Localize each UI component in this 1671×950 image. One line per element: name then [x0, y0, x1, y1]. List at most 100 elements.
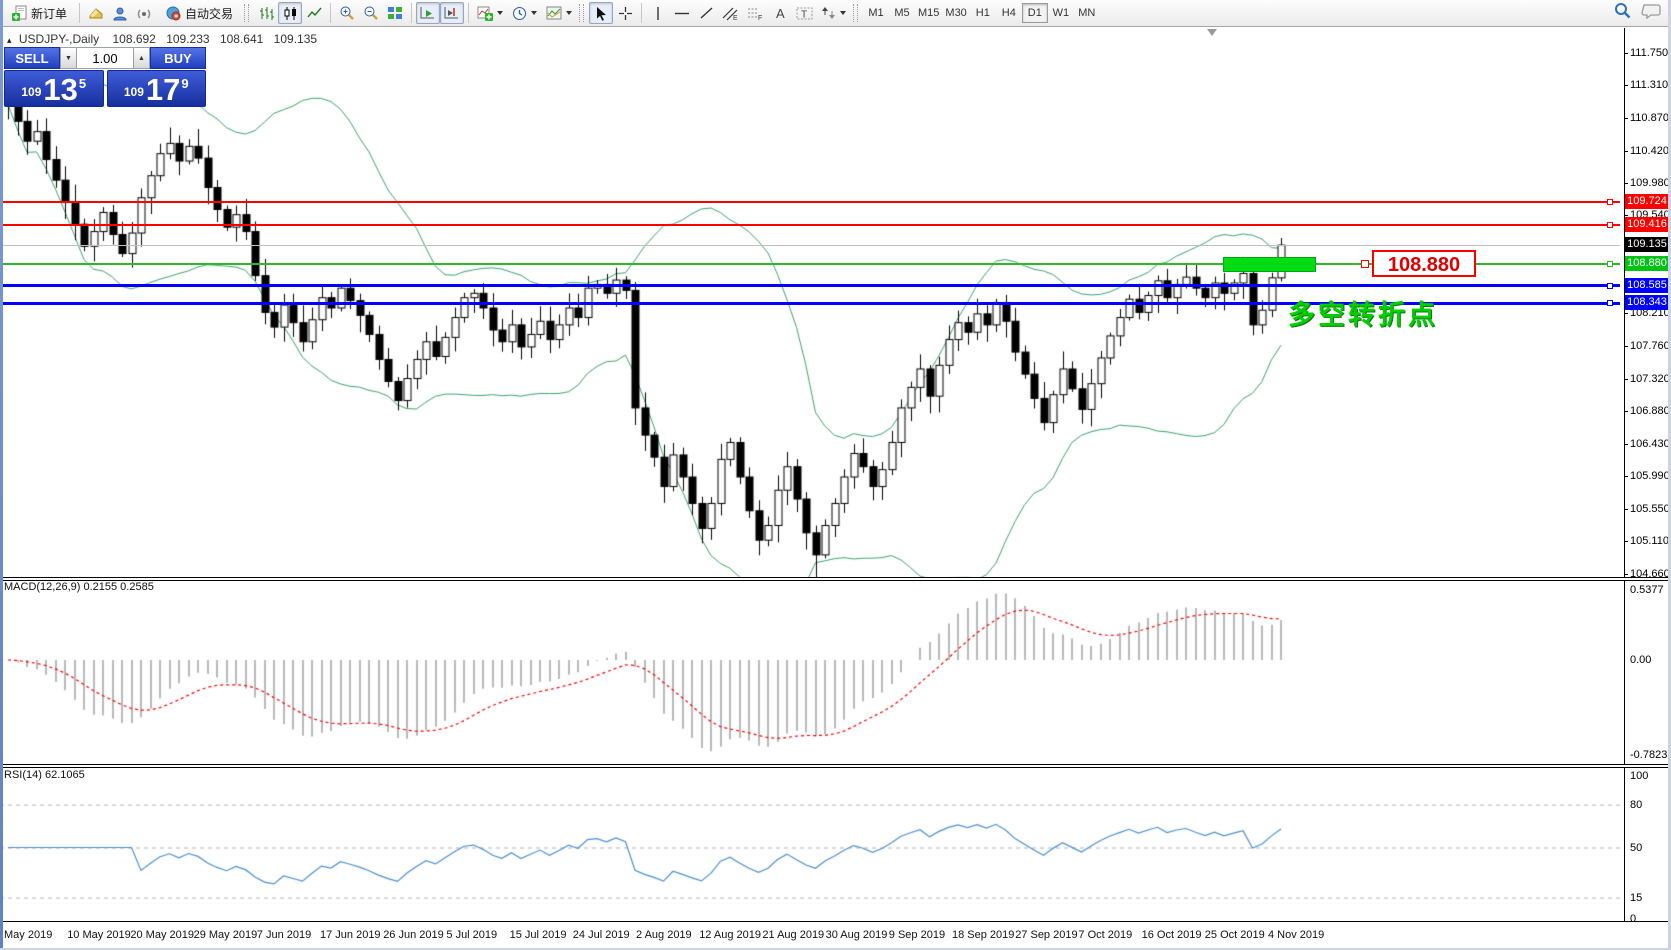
- line-anchor-handle[interactable]: [1607, 199, 1613, 205]
- timeframe-m5-button[interactable]: M5: [889, 3, 915, 23]
- pane-divider-macd[interactable]: [0, 577, 1671, 581]
- zoom-out-icon: [363, 5, 379, 21]
- window-edge-left: [0, 0, 3, 950]
- market-watch-button[interactable]: [84, 2, 108, 24]
- fibonacci-button[interactable]: F: [743, 2, 768, 24]
- timeframe-m30-button[interactable]: M30: [942, 3, 969, 23]
- date-tick-label: 16 Oct 2019: [1142, 929, 1202, 941]
- symbol-period-label: USDJPY-,Daily: [19, 32, 99, 46]
- timeframe-d1-button[interactable]: D1: [1022, 3, 1048, 23]
- channel-button[interactable]: E: [718, 2, 743, 24]
- rsi-scale-label: 100: [1630, 769, 1648, 783]
- turning-point-note[interactable]: 多空转折点: [1288, 293, 1438, 332]
- text-button[interactable]: A: [768, 2, 792, 24]
- chat-icon[interactable]: [1641, 3, 1661, 24]
- rsi-scale-label: 15: [1630, 891, 1642, 905]
- horizontal-line-button[interactable]: [670, 2, 694, 24]
- line-anchor-handle[interactable]: [1607, 222, 1613, 228]
- bar-chart-type-button[interactable]: [254, 2, 278, 24]
- timeframe-m15-button[interactable]: M15: [915, 3, 942, 23]
- mt4-window: { "toolbar": { "new_order": "新订单", "auto…: [0, 0, 1671, 950]
- person-icon: [112, 6, 128, 21]
- market-watch-icon: [88, 6, 104, 20]
- line-anchor-handle[interactable]: [1607, 283, 1613, 289]
- signals-button[interactable]: [132, 2, 156, 24]
- buy-price-display[interactable]: 109 17 9: [107, 70, 207, 107]
- crosshair-button[interactable]: [613, 2, 637, 24]
- level-price-label: 108.585: [1625, 278, 1669, 293]
- search-icon[interactable]: [1614, 2, 1631, 24]
- separator: [641, 3, 642, 23]
- ohlc-high: 109.233: [166, 32, 209, 46]
- volume-increase-button[interactable]: ▲: [133, 47, 150, 69]
- sell-price-pip: 5: [79, 76, 86, 91]
- auto-trading-icon: [165, 6, 182, 21]
- date-tick-label: 30 Aug 2019: [826, 929, 888, 941]
- candlestick-icon: [283, 6, 298, 21]
- timeframe-h4-button[interactable]: H4: [996, 3, 1022, 23]
- zoom-in-icon: [339, 5, 355, 21]
- date-tick-label: 4 Nov 2019: [1268, 929, 1324, 941]
- highlight-rectangle[interactable]: [1223, 257, 1316, 272]
- line-chart-type-button[interactable]: [302, 2, 326, 24]
- horizontal-level-line[interactable]: [0, 224, 1620, 226]
- zoom-out-button[interactable]: [359, 2, 383, 24]
- chart-shift-marker[interactable]: [1207, 29, 1217, 36]
- text-label-button[interactable]: T: [792, 2, 817, 24]
- macd-pane-label: MACD(12,26,9) 0.2155 0.2585: [4, 581, 154, 593]
- indicators-button[interactable]: [473, 2, 508, 24]
- zoom-in-button[interactable]: [335, 2, 359, 24]
- arrows-shapes-button[interactable]: [817, 2, 851, 24]
- community-button[interactable]: [108, 2, 132, 24]
- line-anchor-handle[interactable]: [1607, 261, 1613, 267]
- horizontal-level-line[interactable]: [0, 201, 1620, 203]
- line-anchor-handle[interactable]: [1607, 300, 1613, 306]
- svg-text:A: A: [776, 6, 785, 20]
- timeframe-w1-button[interactable]: W1: [1048, 3, 1074, 23]
- main-toolbar: 新订单 自动交易 E F A T M1M5M15M30H1H4D1W1MN: [0, 0, 1671, 27]
- buy-price-handle: 109: [124, 85, 144, 99]
- volume-decrease-button[interactable]: ▼: [60, 47, 77, 69]
- sell-price-display[interactable]: 109 13 5: [4, 70, 104, 107]
- ohlc-low: 108.641: [220, 32, 263, 46]
- note-anchor-icon[interactable]: [1361, 260, 1369, 268]
- sell-button[interactable]: SELL: [4, 47, 60, 69]
- cursor-button[interactable]: [589, 2, 613, 24]
- timeframe-mn-button[interactable]: MN: [1074, 3, 1100, 23]
- templates-button[interactable]: [542, 2, 577, 24]
- macd-scale-max: 0.5377: [1630, 583, 1664, 597]
- bar-chart-icon: [259, 6, 274, 21]
- horizontal-level-line[interactable]: [0, 284, 1620, 287]
- macd-indicator-canvas[interactable]: [0, 581, 1624, 764]
- rsi-scale-label: 0: [1630, 912, 1636, 926]
- channel-icon: E: [722, 6, 739, 21]
- date-tick-label: 18 Sep 2019: [952, 929, 1014, 941]
- candlestick-chart-type-button[interactable]: [278, 2, 302, 24]
- tile-windows-icon: [387, 6, 403, 20]
- buy-button[interactable]: BUY: [150, 47, 206, 69]
- tile-windows-button[interactable]: [383, 2, 407, 24]
- volume-input[interactable]: [77, 47, 133, 69]
- chart-shift-icon: [444, 6, 460, 20]
- trendline-button[interactable]: [694, 2, 718, 24]
- periods-button[interactable]: [508, 2, 542, 24]
- signal-icon: [136, 6, 152, 21]
- toolbar-handle: [853, 4, 858, 22]
- new-order-button[interactable]: 新订单: [3, 2, 75, 24]
- pane-divider-rsi[interactable]: [0, 764, 1671, 768]
- price-axis-line: [1624, 28, 1625, 922]
- rsi-indicator-canvas[interactable]: [0, 768, 1624, 921]
- price-axis-tick: 109.980: [1630, 176, 1670, 190]
- vertical-line-button[interactable]: [646, 2, 670, 24]
- level-price-label: 108.880: [1625, 256, 1669, 271]
- auto-scroll-button[interactable]: [416, 2, 440, 24]
- timeframe-h1-button[interactable]: H1: [970, 3, 996, 23]
- timeframe-m1-button[interactable]: M1: [863, 3, 889, 23]
- price-note-label[interactable]: 108.880: [1372, 250, 1476, 277]
- rsi-scale-label: 50: [1630, 841, 1642, 855]
- clock-icon: [512, 6, 527, 21]
- shapes-icon: [821, 6, 836, 20]
- chart-shift-button[interactable]: [440, 2, 464, 24]
- dropdown-caret: [531, 11, 537, 15]
- auto-trading-button[interactable]: 自动交易: [156, 2, 242, 24]
